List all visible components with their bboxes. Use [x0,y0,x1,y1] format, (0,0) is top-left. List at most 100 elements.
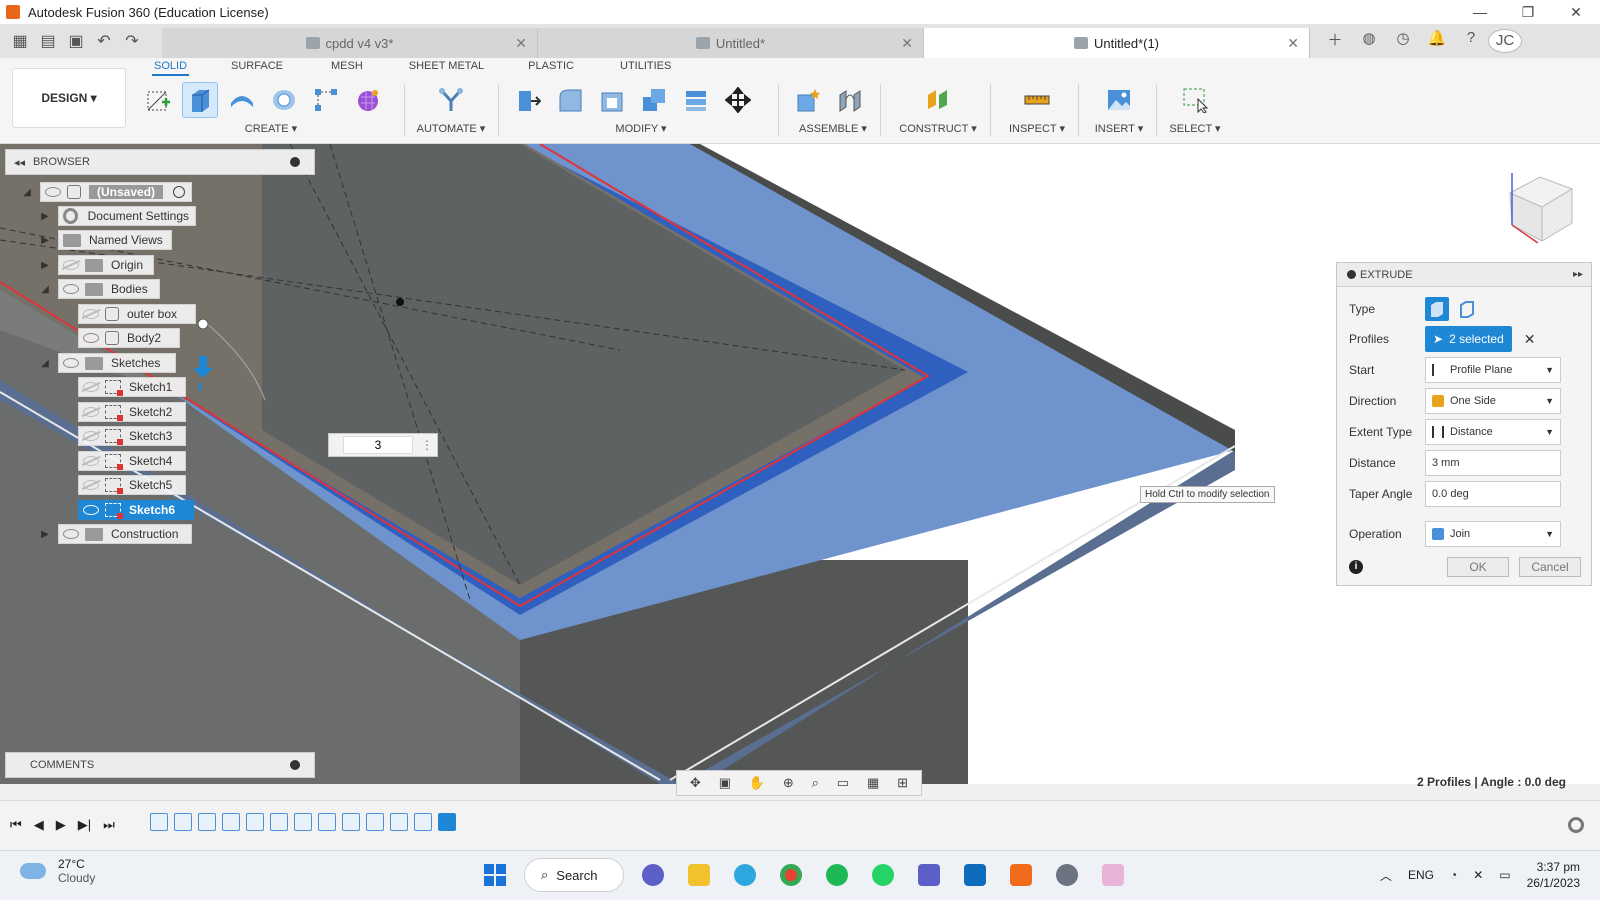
offset-face-icon[interactable] [678,82,714,118]
move-copy-icon[interactable] [720,82,756,118]
undo-icon[interactable]: ↶ [90,31,118,51]
root-component[interactable]: (Unsaved) [40,182,192,202]
collapse-arrow-icon[interactable]: ◢ [20,187,34,198]
visibility-eye-icon[interactable] [63,284,79,294]
taskbar-app-outlook[interactable] [958,858,992,892]
assemble-group-label[interactable]: ASSEMBLE ▾ [790,122,876,135]
timeline-feature[interactable] [270,813,288,831]
bodies-node[interactable]: Bodies [58,279,160,299]
timeline-marker[interactable] [438,813,456,831]
viewports-icon[interactable]: ⊞ [897,775,908,791]
tree-item-sketch6[interactable]: Sketch6 [78,499,194,521]
timeline-feature[interactable] [150,813,168,831]
tree-item-origin[interactable]: ▶ Origin [38,254,154,276]
start-dropdown[interactable]: Profile Plane ▼ [1425,357,1561,383]
timeline-feature[interactable] [318,813,336,831]
taskbar-app-spotify[interactable] [820,858,854,892]
ok-button[interactable]: OK [1447,557,1509,577]
insert-group-label[interactable]: INSERT ▾ [1084,122,1154,135]
sketch1-node[interactable]: Sketch1 [78,377,186,397]
tree-item-sketch2[interactable]: Sketch2 [78,401,186,423]
collapse-arrow-icon[interactable]: ◢ [38,284,52,295]
visibility-eye-icon[interactable] [83,431,99,441]
timeline-feature[interactable] [198,813,216,831]
step-forward-icon[interactable]: ▶| [78,817,91,833]
help-icon[interactable]: ? [1454,29,1488,53]
close-tab-icon[interactable]: ✕ [1287,35,1299,52]
more-options-icon[interactable]: ⋮ [421,438,433,452]
timeline-feature[interactable] [414,813,432,831]
add-comment-icon[interactable] [290,760,300,770]
weather-widget[interactable]: 27°C Cloudy [20,857,95,885]
combine-icon[interactable] [636,82,672,118]
sketch6-node[interactable]: Sketch6 [78,500,194,520]
hole-icon[interactable] [266,82,302,118]
display-settings-icon[interactable]: ▭ [837,775,849,791]
timeline-feature[interactable] [294,813,312,831]
timeline-feature[interactable] [174,813,192,831]
expand-arrow-icon[interactable]: ▶ [38,260,52,271]
fit-icon[interactable]: ⌕ [812,775,819,791]
close-tab-icon[interactable]: ✕ [901,35,913,52]
tree-item-named-views[interactable]: ▶ Named Views [38,229,172,251]
orbit-icon[interactable]: ✥ [690,775,701,791]
user-avatar[interactable]: JC [1488,29,1522,53]
modify-group-label[interactable]: MODIFY ▾ [510,122,772,135]
tree-root[interactable]: ◢ (Unsaved) [20,181,192,203]
tree-item-document-settings[interactable]: ▶ Document Settings [38,205,196,227]
look-at-icon[interactable]: ▣ [719,775,731,791]
expand-dialog-icon[interactable]: ▸▸ [1573,269,1583,280]
document-settings-node[interactable]: Document Settings [58,206,196,226]
close-tab-icon[interactable]: ✕ [515,35,527,52]
type-solid-icon[interactable] [1425,297,1449,321]
doc-tab-untitled-1[interactable]: Untitled*(1) ✕ [924,28,1310,58]
browser-panel-header[interactable]: ◂◂ BROWSER [5,149,315,175]
visibility-eye-icon[interactable] [83,407,99,417]
tree-item-sketch3[interactable]: Sketch3 [78,425,186,447]
close-window-button[interactable]: ✕ [1552,0,1600,24]
job-status-icon[interactable]: ◷ [1386,29,1420,53]
collapse-arrow-icon[interactable]: ◢ [38,358,52,369]
measure-icon[interactable] [1019,82,1055,118]
expand-arrow-icon[interactable]: ▶ [38,529,52,540]
direction-dropdown[interactable]: One Side ▼ [1425,388,1561,414]
visibility-eye-icon[interactable] [83,505,99,515]
extent-type-dropdown[interactable]: Distance ▼ [1425,419,1561,445]
tab-utilities[interactable]: UTILITIES [618,60,673,76]
browser-minimize-icon[interactable] [290,157,300,167]
collapse-dialog-icon[interactable] [1347,270,1356,279]
comments-panel-header[interactable]: COMMENTS [5,752,315,778]
activate-radio-icon[interactable] [173,186,186,198]
file-menu-icon[interactable]: ▤ [34,31,62,51]
minimize-button[interactable]: — [1456,0,1504,24]
sketch3-node[interactable]: Sketch3 [78,426,186,446]
timeline-feature[interactable] [390,813,408,831]
body2-node[interactable]: Body2 [78,328,180,348]
extrude-icon[interactable] [182,82,218,118]
type-thin-icon[interactable] [1455,297,1479,321]
restore-button[interactable]: ❐ [1504,0,1552,24]
inspect-group-label[interactable]: INSPECT ▾ [998,122,1076,135]
outer-box-node[interactable]: outer box [78,304,196,324]
tree-item-sketch5[interactable]: Sketch5 [78,474,186,496]
create-group-label[interactable]: CREATE ▾ [140,122,402,135]
visibility-eye-icon[interactable] [83,456,99,466]
tree-item-outer-box[interactable]: outer box [78,303,196,325]
system-clock[interactable]: 3:37 pm 26/1/2023 [1527,859,1580,891]
pattern-icon[interactable] [308,82,344,118]
save-icon[interactable]: ▣ [62,31,90,51]
joint-icon[interactable] [832,82,868,118]
taskbar-app-snipping[interactable] [1096,858,1130,892]
extrude-dialog-header[interactable]: EXTRUDE ▸▸ [1337,263,1591,287]
visibility-eye-icon[interactable] [83,382,99,392]
expand-arrow-icon[interactable]: ▶ [38,235,52,246]
extensions-icon[interactable]: ◍ [1352,29,1386,53]
taskbar-app-fusion[interactable] [1004,858,1038,892]
timeline-feature[interactable] [366,813,384,831]
pan-icon[interactable]: ✋ [749,775,765,791]
expand-arrow-icon[interactable]: ▶ [38,211,52,222]
insert-image-icon[interactable] [1101,82,1137,118]
redo-icon[interactable]: ↷ [118,31,146,51]
fillet-icon[interactable] [552,82,588,118]
tree-item-construction[interactable]: ▶ Construction [38,523,192,545]
